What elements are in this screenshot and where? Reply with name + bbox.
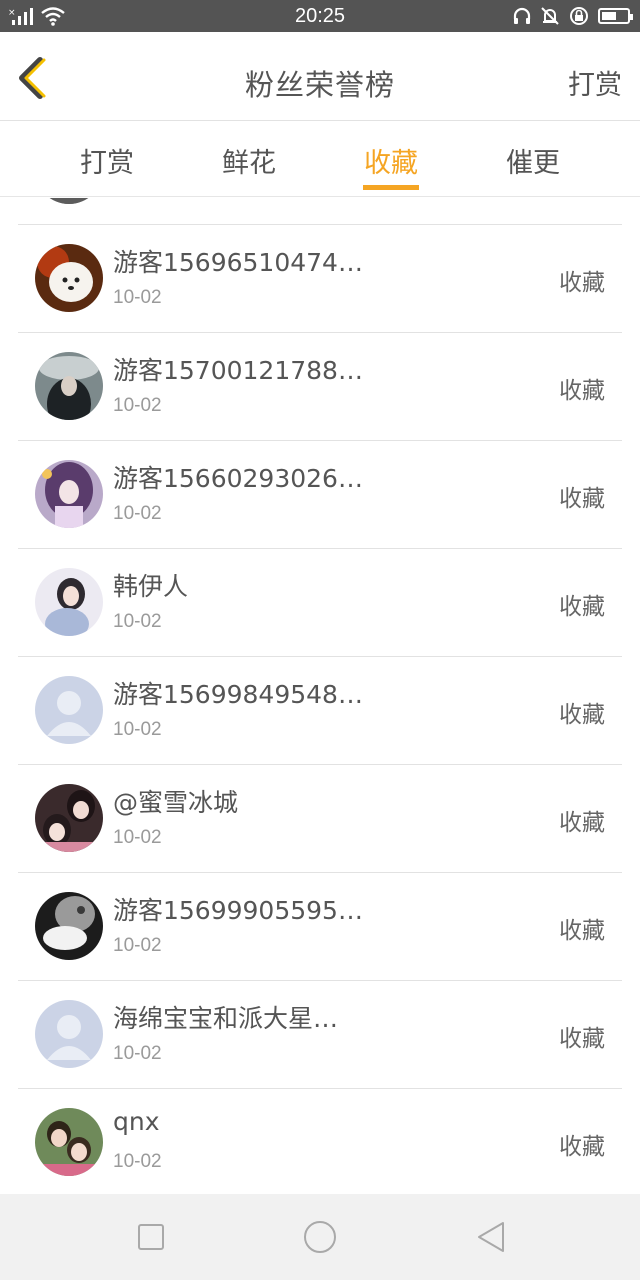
status-bar: × 20:25 bbox=[0, 0, 640, 32]
list-item-name: @蜜雪冰城 bbox=[113, 788, 239, 817]
list-item-date: 10-02 bbox=[113, 827, 162, 848]
list-item-date: 10-02 bbox=[113, 935, 162, 956]
list-item-date: 10-02 bbox=[113, 395, 162, 416]
recents-button[interactable] bbox=[133, 1219, 169, 1255]
bell-off-icon bbox=[541, 7, 559, 25]
list-item[interactable]: 游客15696510474… 10-02 收藏 bbox=[18, 225, 622, 333]
list-item[interactable]: 海绵宝宝和派大星… 10-02 收藏 bbox=[18, 981, 622, 1089]
avatar bbox=[35, 244, 103, 312]
list-item[interactable]: 游客15660293026… 10-02 收藏 bbox=[18, 441, 622, 549]
tab-favorites[interactable]: 收藏 bbox=[331, 141, 451, 180]
list-item-action: 收藏 bbox=[559, 486, 605, 512]
list-item-action: 收藏 bbox=[559, 1134, 605, 1160]
avatar bbox=[35, 352, 103, 420]
default-avatar-icon bbox=[35, 1000, 103, 1068]
avatar bbox=[35, 892, 103, 960]
triangle-back-icon bbox=[478, 1222, 504, 1252]
list-item-name: 游客15696510474… bbox=[113, 248, 363, 277]
tab-urge-update[interactable]: 催更 bbox=[473, 141, 593, 180]
list-item-name: qnx bbox=[113, 1107, 160, 1136]
list-item-date: 10-02 bbox=[113, 198, 162, 201]
active-tab-indicator bbox=[363, 185, 419, 190]
system-nav-bar bbox=[0, 1194, 640, 1280]
avatar bbox=[35, 784, 103, 852]
list-item-action: 收藏 bbox=[559, 702, 605, 728]
list-item-date: 10-02 bbox=[113, 503, 162, 524]
list-item-date: 10-02 bbox=[113, 1043, 162, 1064]
back-nav-button[interactable] bbox=[473, 1219, 509, 1255]
list-item-name: 海绵宝宝和派大星… bbox=[113, 1004, 339, 1033]
list-item-name: 游客15699849548… bbox=[113, 680, 363, 709]
default-avatar-icon bbox=[35, 676, 103, 744]
avatar bbox=[35, 198, 103, 204]
list-item-action: 收藏 bbox=[559, 918, 605, 944]
list-item-action: 收藏 bbox=[559, 378, 605, 404]
tab-flowers[interactable]: 鲜花 bbox=[189, 141, 309, 180]
list-item-name: 游客15699905595… bbox=[113, 896, 363, 925]
list-item[interactable]: @蜜雪冰城 10-02 收藏 bbox=[18, 765, 622, 873]
battery-icon bbox=[598, 8, 633, 24]
home-button[interactable] bbox=[302, 1219, 338, 1255]
list-item-action: 收藏 bbox=[559, 1026, 605, 1052]
rotation-lock-icon bbox=[570, 7, 588, 25]
status-right-icons bbox=[512, 5, 633, 27]
list-item-date: 10-02 bbox=[113, 611, 162, 632]
fan-list[interactable]: 10-02 游客15696510474… 10-02 收藏 bbox=[0, 198, 640, 1194]
list-item[interactable]: 游客15699905595… 10-02 收藏 bbox=[18, 873, 622, 981]
tab-reward[interactable]: 打赏 bbox=[47, 141, 167, 180]
list-item[interactable]: 韩伊人 10-02 收藏 bbox=[18, 549, 622, 657]
list-item-date: 10-02 bbox=[113, 719, 162, 740]
list-item-action: 收藏 bbox=[559, 270, 605, 296]
tab-bar: 打赏 鲜花 收藏 催更 bbox=[0, 122, 640, 197]
list-item-action: 收藏 bbox=[559, 810, 605, 836]
square-icon bbox=[138, 1224, 164, 1250]
avatar bbox=[35, 460, 103, 528]
list-item[interactable]: 10-02 bbox=[18, 198, 622, 225]
list-item-action: 收藏 bbox=[559, 594, 605, 620]
list-item-name: 韩伊人 bbox=[113, 572, 189, 601]
app-header: 粉丝荣誉榜 打赏 bbox=[0, 32, 640, 121]
back-button[interactable] bbox=[14, 54, 58, 102]
list-item-name: 游客15660293026… bbox=[113, 464, 363, 493]
list-item-name: 游客15700121788… bbox=[113, 356, 363, 385]
reward-button[interactable]: 打赏 bbox=[568, 63, 622, 102]
page-title: 粉丝荣誉榜 bbox=[244, 68, 395, 102]
headphones-icon bbox=[513, 7, 531, 24]
list-item[interactable]: qnx 10-02 收藏 bbox=[18, 1089, 622, 1194]
list-item[interactable]: 游客15699849548… 10-02 收藏 bbox=[18, 657, 622, 765]
chevron-left-icon bbox=[19, 57, 46, 99]
list-item[interactable]: 游客15700121788… 10-02 收藏 bbox=[18, 333, 622, 441]
avatar bbox=[35, 1108, 103, 1176]
circle-icon bbox=[304, 1221, 336, 1253]
list-item-date: 10-02 bbox=[113, 287, 162, 308]
avatar bbox=[35, 568, 103, 636]
list-item-date: 10-02 bbox=[113, 1151, 162, 1172]
